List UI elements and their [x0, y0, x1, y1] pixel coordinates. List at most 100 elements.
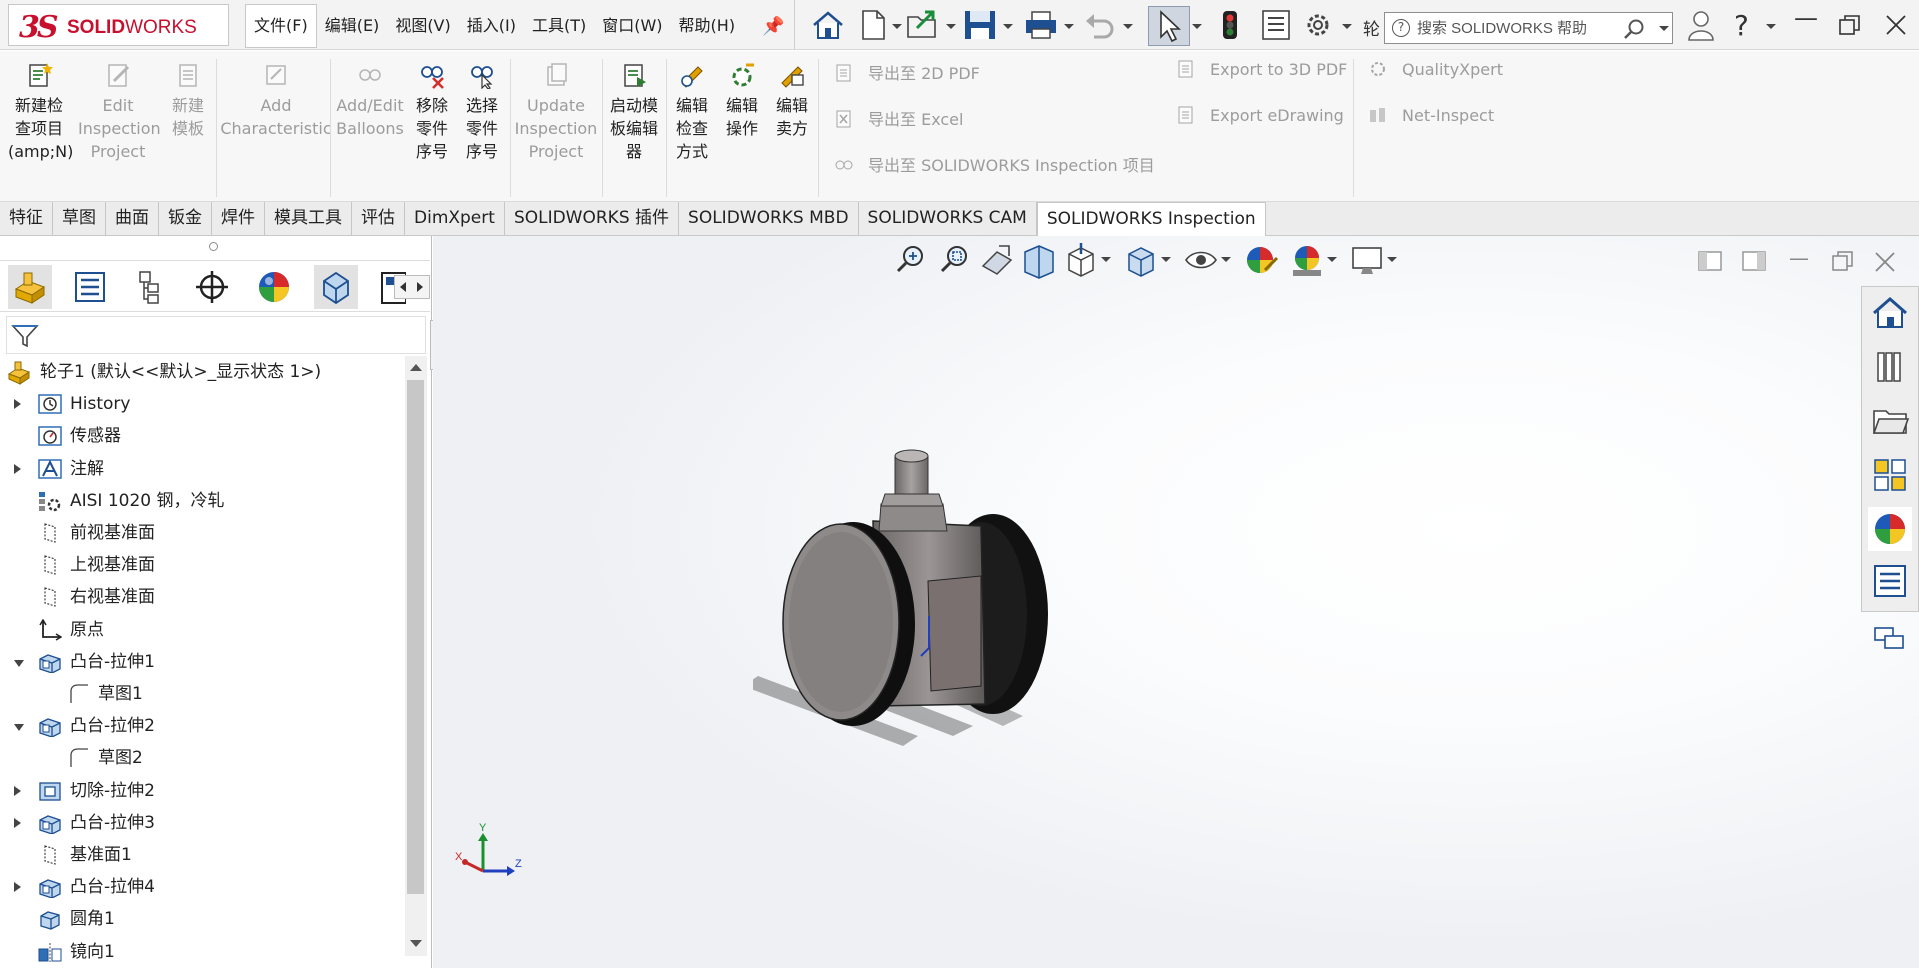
undo-dropdown-icon[interactable] [1123, 24, 1133, 29]
user-account-icon[interactable] [1686, 8, 1716, 42]
minimize-icon[interactable]: — [1794, 4, 1818, 32]
print-icon[interactable] [1023, 8, 1059, 42]
select-dropdown-icon[interactable] [1192, 24, 1202, 29]
edit-vendor-button[interactable]: 编辑 卖方 [770, 61, 814, 140]
cam-tab[interactable] [314, 265, 358, 309]
select-balloon-button[interactable]: 选择 零件 序号 [460, 61, 504, 163]
featuremanager-tab[interactable] [8, 265, 52, 309]
save-dropdown-icon[interactable] [1003, 24, 1013, 29]
custom-properties-icon[interactable] [1868, 561, 1912, 601]
net-inspect-button[interactable]: Net-Inspect [1368, 106, 1494, 125]
expanded-arrow-icon[interactable] [14, 659, 24, 667]
tree-item[interactable]: 镜向1 [0, 936, 405, 968]
appearances-scenes-icon[interactable] [1868, 507, 1912, 551]
tree-item[interactable]: 传感器 [0, 420, 405, 452]
previous-view-icon[interactable] [979, 240, 1015, 280]
scroll-left-icon[interactable] [400, 282, 406, 292]
tab-features[interactable]: 特征 [0, 202, 53, 235]
caster-wheel-model[interactable] [753, 386, 1173, 766]
display-style-dropdown-icon[interactable] [1161, 257, 1171, 262]
graphics-area[interactable]: — Y Z X [433, 236, 1919, 968]
new-template-button[interactable]: 新建 模板 [164, 61, 212, 140]
edit-inspection-project-button[interactable]: Edit Inspection Project [78, 61, 161, 163]
view-settings-icon[interactable] [1349, 240, 1385, 280]
menu-help[interactable]: 帮助(H) [671, 4, 744, 48]
export-3d-pdf-button[interactable]: Export to 3D PDF [1176, 60, 1347, 79]
options-dropdown-icon[interactable] [1342, 24, 1352, 29]
template-editor-button[interactable]: 启动模 板编辑 器 [606, 61, 662, 163]
scroll-down-icon[interactable] [410, 940, 422, 947]
new-dropdown-icon[interactable] [892, 24, 902, 29]
tree-filter[interactable] [6, 316, 426, 354]
new-inspection-button[interactable]: 新建检 查项目 (amp;N) [8, 61, 73, 163]
tab-dimxpert[interactable]: DimXpert [405, 202, 505, 235]
view-triad[interactable]: Y Z X [453, 821, 523, 891]
section-view-icon[interactable] [1021, 240, 1057, 280]
tree-item[interactable]: 草图1 [0, 678, 405, 710]
export-excel-button[interactable]: 导出至 Excel [834, 106, 963, 130]
tile-right-icon[interactable] [1741, 250, 1767, 272]
tree-item[interactable]: 上视基准面 [0, 549, 405, 581]
help-search[interactable]: ? [1384, 12, 1673, 44]
restore-icon[interactable] [1838, 14, 1862, 36]
tree-item[interactable]: 凸台-拉伸2 [0, 710, 405, 742]
solidworks-logo[interactable]: 3S SOLIDWORKS [8, 4, 229, 46]
panel-resize-handle[interactable] [209, 242, 218, 251]
display-style-icon[interactable] [1123, 240, 1159, 280]
edit-operation-button[interactable]: 编辑 操作 [720, 61, 764, 140]
options-icon[interactable] [1300, 8, 1336, 42]
tab-solidworks-cam[interactable]: SOLIDWORKS CAM [859, 202, 1037, 235]
open-icon[interactable] [905, 8, 941, 42]
undo-icon[interactable] [1082, 8, 1118, 42]
scroll-right-icon[interactable] [417, 282, 423, 292]
hide-show-dropdown-icon[interactable] [1221, 257, 1231, 262]
tree-item[interactable]: AISI 1020 钢，冷轧 [0, 485, 405, 517]
update-inspection-project-button[interactable]: Update Inspection Project [514, 61, 598, 163]
tile-left-icon[interactable] [1697, 250, 1723, 272]
export-2d-pdf-button[interactable]: 导出至 2D PDF [834, 60, 980, 84]
solidworks-resources-icon[interactable] [1868, 291, 1912, 335]
export-inspection-project-button[interactable]: 导出至 SOLIDWORKS Inspection 项目 [834, 152, 1155, 176]
apply-scene-icon[interactable] [1289, 240, 1325, 280]
tab-mold-tools[interactable]: 模具工具 [265, 202, 352, 235]
tree-item[interactable]: 草图2 [0, 742, 405, 774]
tree-item[interactable]: 凸台-拉伸3 [0, 807, 405, 839]
qualityxpert-button[interactable]: QualityXpert [1368, 60, 1503, 79]
zoom-to-area-icon[interactable] [937, 240, 973, 280]
file-explorer-icon[interactable] [1868, 399, 1912, 443]
tab-sketch[interactable]: 草图 [53, 202, 106, 235]
edit-appearance-icon[interactable] [1243, 240, 1279, 280]
tree-item[interactable]: 右视基准面 [0, 581, 405, 613]
file-properties-icon[interactable] [1259, 8, 1293, 42]
add-edit-balloons-button[interactable]: Add/Edit Balloons [334, 61, 406, 140]
hide-show-items-icon[interactable] [1183, 240, 1219, 280]
tab-surfaces[interactable]: 曲面 [106, 202, 159, 235]
tree-scrollbar[interactable] [405, 356, 427, 956]
scroll-up-icon[interactable] [410, 364, 422, 371]
collapsed-arrow-icon[interactable] [14, 399, 21, 410]
dimxpertmanager-tab[interactable] [190, 265, 234, 309]
rebuild-icon[interactable] [1215, 8, 1245, 42]
tree-item[interactable]: 切除-拉伸2 [0, 775, 405, 807]
search-icon[interactable] [1623, 18, 1645, 40]
tree-item[interactable]: 原点 [0, 614, 405, 646]
forum-icon[interactable] [1867, 620, 1911, 658]
open-dropdown-icon[interactable] [946, 24, 956, 29]
tree-item[interactable]: 圆角1 [0, 903, 405, 935]
zoom-to-fit-icon[interactable] [893, 240, 929, 280]
help-icon[interactable]: ? [1734, 9, 1749, 42]
expanded-arrow-icon[interactable] [14, 724, 24, 732]
home-icon[interactable] [810, 8, 846, 42]
apply-scene-dropdown-icon[interactable] [1327, 257, 1337, 262]
select-button[interactable] [1148, 6, 1190, 46]
viewport-minimize-icon[interactable]: — [1789, 246, 1809, 270]
viewport-close-icon[interactable] [1873, 250, 1897, 274]
collapsed-arrow-icon[interactable] [14, 463, 21, 474]
tree-item[interactable]: 前视基准面 [0, 517, 405, 549]
propertymanager-tab[interactable] [68, 265, 112, 309]
tree-root[interactable]: 轮子1 (默认<<默认>_显示状态 1>) [0, 356, 405, 388]
print-dropdown-icon[interactable] [1064, 24, 1074, 29]
new-document-icon[interactable] [858, 8, 888, 42]
save-icon[interactable] [962, 8, 998, 42]
tree-item[interactable]: 凸台-拉伸4 [0, 871, 405, 903]
